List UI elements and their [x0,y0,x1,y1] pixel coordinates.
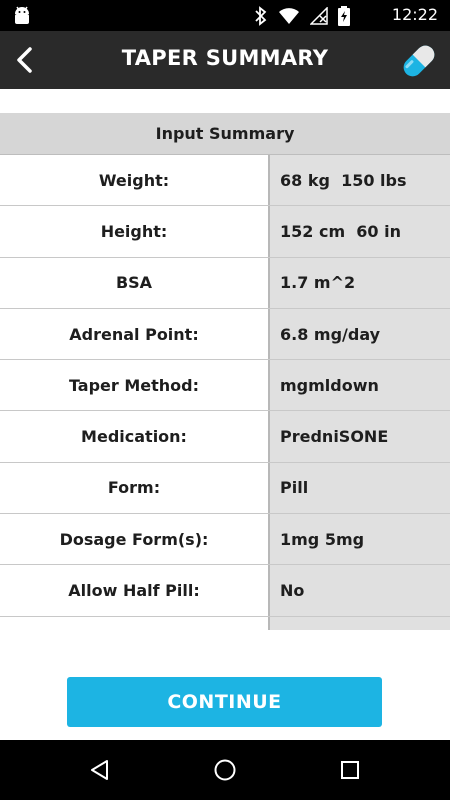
wifi-icon [278,7,300,29]
row-label: Form: [0,462,270,514]
no-signal-icon [309,6,328,29]
page-title: TAPER SUMMARY [121,46,329,70]
input-summary-table[interactable]: Input Summary Weight: 68 kg 150 lbs Heig… [0,113,450,630]
status-bar: 12:22 [0,0,450,31]
table-row-partial [0,616,450,630]
bluetooth-icon [254,6,268,30]
continue-button[interactable]: CONTINUE [67,677,382,727]
table-row: Allow Half Pill: No [0,565,450,617]
row-value: PredniSONE [270,411,450,462]
row-label: Medication: [0,411,270,462]
pill-capsule-icon [398,40,440,82]
status-time: 12:22 [391,5,438,24]
table-row: Height: 152 cm 60 in [0,206,450,258]
row-label: BSA [0,257,270,308]
table-row: Form: Pill [0,462,450,515]
row-value: mgmldown [270,360,450,411]
table-row: Adrenal Point: 6.8 mg/day [0,308,450,361]
row-label: Height: [0,206,270,257]
android-icon [12,6,32,30]
app-bar: TAPER SUMMARY [0,31,450,89]
home-circle-icon[interactable] [213,758,237,782]
row-value: 6.8 mg/day [270,308,450,360]
system-nav-bar [0,740,450,800]
table-row: Dosage Form(s): 1mg 5mg [0,514,450,566]
section-header: Input Summary [0,113,450,155]
row-label [0,616,270,630]
row-value: 1.7 m^2 [270,257,450,308]
row-value [270,616,450,630]
table-row: Weight: 68 kg 150 lbs [0,155,450,207]
row-value: No [270,565,450,616]
row-value: 152 cm 60 in [270,206,450,257]
row-label: Adrenal Point: [0,308,270,360]
row-label: Taper Method: [0,360,270,411]
table-row: BSA 1.7 m^2 [0,257,450,309]
row-value: 68 kg 150 lbs [270,155,450,206]
row-label: Allow Half Pill: [0,565,270,616]
battery-charging-icon [338,6,350,30]
row-value: Pill [270,462,450,514]
row-label: Weight: [0,155,270,206]
row-value: 1mg 5mg [270,514,450,565]
back-triangle-icon[interactable] [88,758,112,782]
row-label: Dosage Form(s): [0,514,270,565]
table-row: Taper Method: mgmldown [0,360,450,412]
recents-square-icon[interactable] [338,758,362,782]
table-row: Medication: PredniSONE [0,411,450,463]
